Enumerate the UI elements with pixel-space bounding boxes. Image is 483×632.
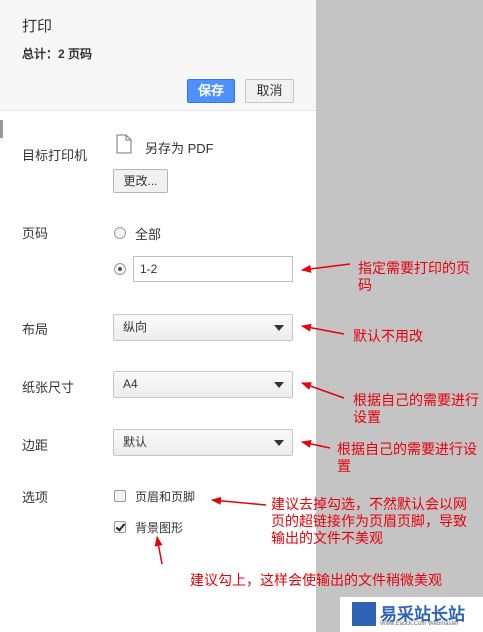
cancel-button[interactable]: 取消: [245, 79, 294, 103]
site-logo-icon: [352, 602, 376, 626]
chevron-down-icon: [274, 325, 284, 331]
background-graphics-label: 背景图形: [135, 521, 184, 535]
section-divider: [0, 120, 3, 138]
page-count-summary: 总计：2 页码: [22, 47, 93, 61]
print-header: 打印 总计：2 页码 保存 取消: [0, 0, 316, 111]
margins-select[interactable]: 默认: [113, 429, 293, 456]
layout-label: 布局: [22, 322, 49, 337]
layout-select[interactable]: 纵向: [113, 314, 293, 341]
paper-size-label: 纸张尺寸: [22, 380, 75, 395]
layout-select-value: 纵向: [123, 320, 148, 334]
chevron-down-icon: [274, 440, 284, 446]
layout-annotation: 默认不用改: [353, 329, 423, 345]
margins-select-value: 默认: [123, 435, 148, 449]
pages-all-radio[interactable]: [114, 227, 126, 239]
pages-range-input[interactable]: 1-2: [133, 256, 293, 282]
site-watermark: 易采站长站 Www.Easck.Com Webmaster: [340, 597, 483, 632]
background-graphics-checkbox[interactable]: [114, 521, 126, 533]
headers-footers-checkbox[interactable]: [114, 490, 126, 502]
pages-label: 页码: [22, 226, 49, 241]
pdf-file-icon: [116, 134, 132, 154]
headers-footers-label: 页眉和页脚: [135, 490, 196, 504]
pages-all-label: 全部: [135, 227, 162, 242]
paper-annotation: 根据自己的需要进行设置: [353, 393, 479, 426]
chevron-down-icon: [274, 382, 284, 388]
paper-size-select-value: A4: [123, 377, 138, 391]
pages-annotation: 指定需要打印的页码: [358, 261, 470, 294]
watermark-subtext: Www.Easck.Com Webmaster: [380, 621, 459, 627]
change-destination-button[interactable]: 更改...: [113, 169, 168, 193]
options-label: 选项: [22, 490, 49, 505]
background-annotation: 建议勾上，这样会使输出的文件稍微美观: [190, 573, 442, 589]
destination-label: 目标打印机: [22, 148, 88, 163]
save-button[interactable]: 保存: [187, 79, 235, 103]
margins-annotation: 根据自己的需要进行设置: [337, 442, 477, 475]
headers-footers-annotation: 建议去掉勾选，不然默认会以网页的超链接作为页眉页脚，导致输出的文件不美观: [271, 497, 467, 547]
print-settings-panel: 打印 总计：2 页码 保存 取消 目标打印机 另存为 PDF 更改... 页码 …: [0, 0, 316, 632]
print-title: 打印: [22, 18, 53, 35]
pages-range-radio[interactable]: [114, 263, 126, 275]
margins-label: 边距: [22, 438, 49, 453]
paper-size-select[interactable]: A4: [113, 371, 293, 398]
destination-value: 另存为 PDF: [145, 141, 214, 156]
